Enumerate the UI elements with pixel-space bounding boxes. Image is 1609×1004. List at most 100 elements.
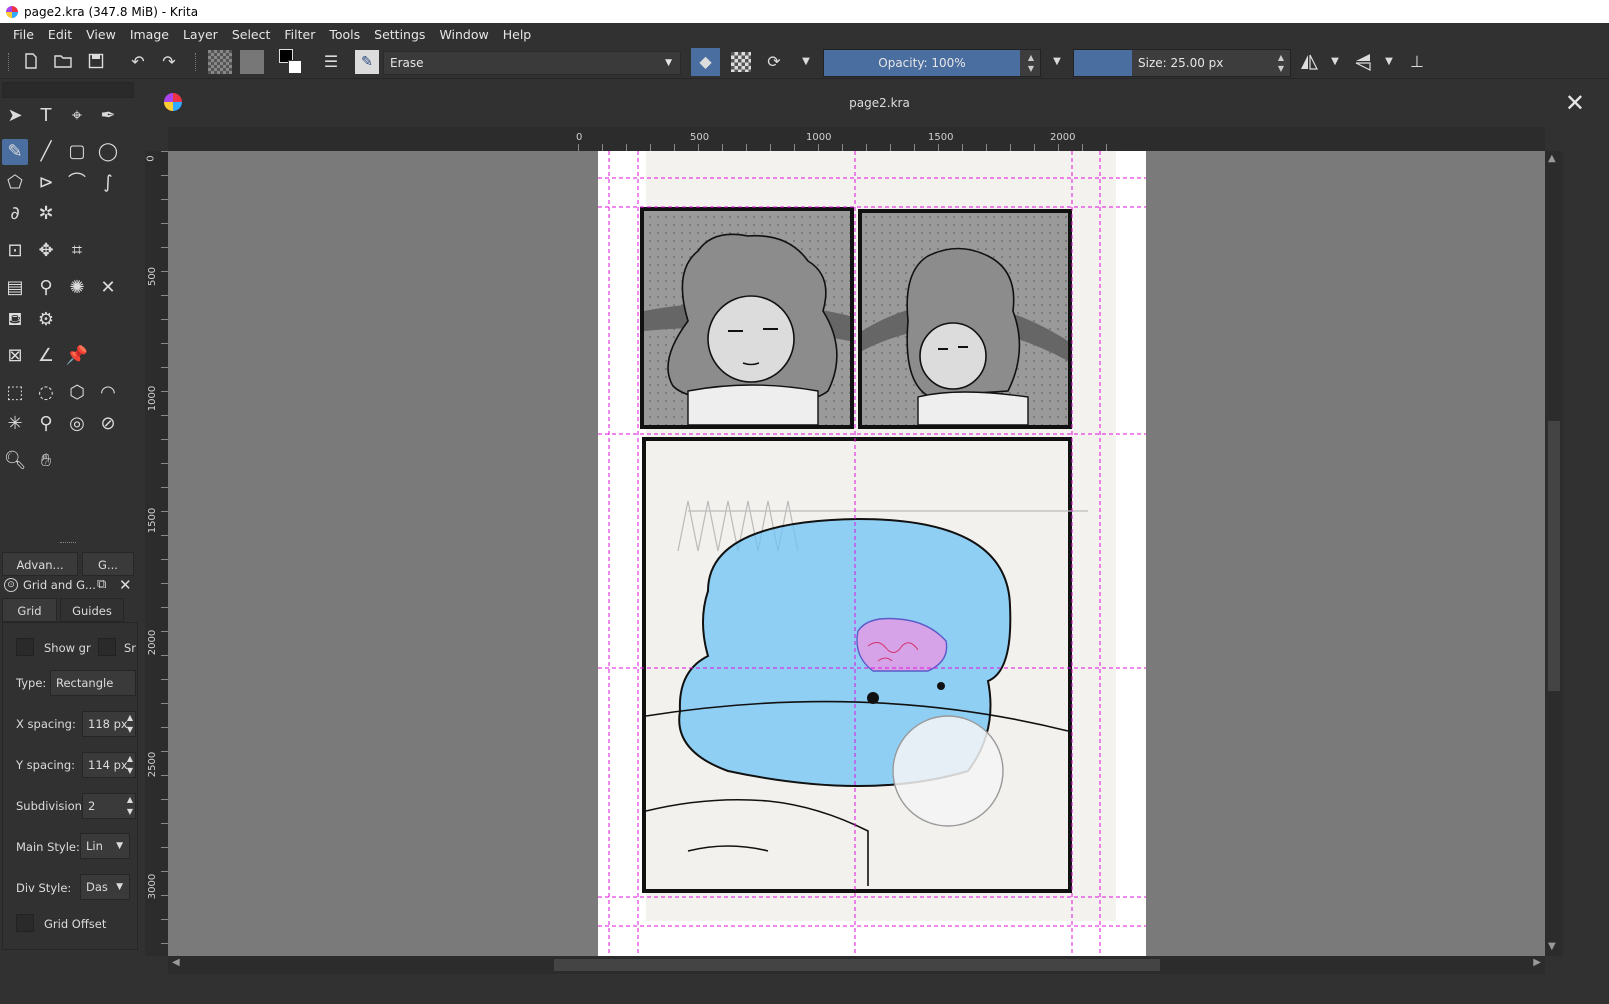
ellipse-tool-icon[interactable]: ◯	[95, 139, 121, 165]
close-icon[interactable]: ✕	[1565, 89, 1585, 117]
blend-mode-select[interactable]: Erase ▼	[383, 51, 681, 75]
new-document-icon[interactable]	[22, 53, 40, 71]
snap-to-grid-checkbox[interactable]	[98, 638, 116, 656]
menu-help[interactable]: Help	[496, 27, 539, 42]
menu-view[interactable]: View	[79, 27, 123, 42]
magnetic-selection-tool-icon[interactable]: ⊘	[95, 411, 121, 437]
vertical-ruler[interactable]: 0 500 1000 1500 2000 2500 3000	[145, 151, 168, 956]
spin-arrows-icon[interactable]: ▲ ▼	[127, 712, 133, 736]
x-spacing-input[interactable]: 118 px ▲ ▼	[82, 711, 136, 737]
grid-type-select[interactable]: Rectangle	[50, 670, 136, 696]
lock-docker-icon[interactable]: ⊙	[4, 578, 18, 592]
freehand-path-tool-icon[interactable]: ∫	[95, 170, 121, 196]
scroll-left-icon[interactable]: ◀	[172, 957, 180, 968]
spin-arrows-icon[interactable]: ▲ ▼	[127, 794, 133, 818]
edit-shapes-tool-icon[interactable]: ⌖	[64, 103, 90, 129]
redo-icon[interactable]: ↷	[160, 53, 178, 71]
vertical-scrollbar[interactable]: ▲ ▼	[1545, 151, 1563, 956]
show-grid-checkbox[interactable]	[16, 638, 34, 656]
pan-tool-icon[interactable]: ✋︎	[33, 448, 59, 474]
crop-tool-icon[interactable]: ⌗	[64, 238, 90, 264]
size-slider[interactable]: Size: 25.00 px ▲ ▼	[1073, 49, 1291, 77]
toolbar-handle[interactable]	[8, 53, 10, 71]
text-tool-icon[interactable]: T	[33, 103, 59, 129]
tab-advanced-color[interactable]: Advan...	[2, 552, 78, 576]
vertical-scroll-thumb[interactable]	[1548, 421, 1560, 691]
float-docker-icon[interactable]: ⧉	[97, 577, 106, 592]
open-document-icon[interactable]	[54, 53, 72, 71]
menu-select[interactable]: Select	[225, 27, 278, 42]
opacity-slider[interactable]: Opacity: 100% ▲ ▼	[823, 49, 1041, 77]
y-spacing-input[interactable]: 114 px ▲ ▼	[82, 752, 136, 778]
chevron-down-icon[interactable]: ▼	[1380, 53, 1398, 71]
chevron-down-icon[interactable]: ▼	[797, 53, 815, 71]
enclose-fill-tool-icon[interactable]: ⚙	[33, 307, 59, 333]
gradient-tool-icon[interactable]: ▤	[2, 275, 28, 301]
reload-preset-icon[interactable]: ⟳	[765, 53, 783, 71]
freehand-brush-tool-icon[interactable]: ✎	[2, 139, 28, 165]
foreground-background-color-icon[interactable]	[279, 49, 305, 75]
grid-offset-checkbox[interactable]	[16, 914, 34, 932]
mirror-vertical-icon[interactable]	[1354, 53, 1372, 71]
chevron-down-icon[interactable]: ▼	[1326, 53, 1344, 71]
div-style-select[interactable]: Das ▼	[80, 874, 130, 900]
save-icon[interactable]	[87, 53, 105, 71]
freehand-selection-tool-icon[interactable]: ◠	[95, 380, 121, 406]
menu-edit[interactable]: Edit	[41, 27, 79, 42]
rectangular-selection-tool-icon[interactable]: ⬚	[2, 380, 28, 406]
opacity-spin-arrows-icon[interactable]: ▲ ▼	[1024, 52, 1038, 74]
transform-tool-icon[interactable]: ⊡	[2, 238, 28, 264]
menu-filter[interactable]: Filter	[277, 27, 322, 42]
elliptical-selection-tool-icon[interactable]: ◌	[33, 380, 59, 406]
close-icon[interactable]: ✕	[119, 576, 132, 594]
main-style-select[interactable]: Lin ▼	[80, 833, 130, 859]
comic-page-canvas[interactable]	[168, 151, 1545, 956]
bezier-curve-tool-icon[interactable]: ⌒	[64, 170, 90, 196]
menu-settings[interactable]: Settings	[367, 27, 432, 42]
polygon-tool-icon[interactable]: ⬠	[2, 170, 28, 196]
line-tool-icon[interactable]: ╱	[33, 139, 59, 165]
spin-arrows-icon[interactable]: ▲ ▼	[127, 753, 133, 777]
horizontal-ruler[interactable]: 0 500 1000 1500 2000	[168, 127, 1545, 151]
color-picker-tool-icon[interactable]: ⚲	[33, 275, 59, 301]
measure-tool-icon[interactable]: ∠	[33, 343, 59, 369]
scroll-right-icon[interactable]: ▶	[1533, 957, 1541, 968]
horizontal-scroll-thumb[interactable]	[554, 959, 1160, 971]
tab-guides[interactable]: Guides	[60, 598, 124, 622]
polygonal-selection-tool-icon[interactable]: ⬡	[64, 380, 90, 406]
menu-layer[interactable]: Layer	[176, 27, 225, 42]
scroll-up-icon[interactable]: ▲	[1548, 153, 1556, 164]
fill-tool-icon[interactable]: ⛾	[2, 307, 28, 333]
zoom-tool-icon[interactable]: 🔍︎	[2, 448, 28, 474]
brush-preset-icon[interactable]: ✎	[355, 50, 379, 74]
tab-g[interactable]: G...	[82, 552, 134, 576]
menu-file[interactable]: File	[6, 27, 41, 42]
subdivision-input[interactable]: 2 ▲ ▼	[82, 793, 136, 819]
perspective-grid-tool-icon[interactable]: ⊠	[2, 343, 28, 369]
menu-tools[interactable]: Tools	[322, 27, 367, 42]
similar-color-selection-tool-icon[interactable]: ⚲	[33, 411, 59, 437]
smart-patch-tool-icon[interactable]: ✺	[64, 275, 90, 301]
gradient-preset-icon[interactable]	[208, 50, 232, 74]
magic-wand-selection-tool-icon[interactable]: ✳	[2, 411, 28, 437]
canvas-viewport[interactable]	[168, 151, 1545, 956]
tab-grid[interactable]: Grid	[2, 598, 57, 622]
menu-window[interactable]: Window	[432, 27, 495, 42]
dynamic-brush-tool-icon[interactable]: ∂	[2, 201, 28, 227]
horizontal-scrollbar[interactable]: ◀ ▶	[168, 956, 1545, 974]
assistant-tool-icon[interactable]: ✕	[95, 275, 121, 301]
chevron-down-icon[interactable]: ▼	[1048, 53, 1066, 71]
select-shapes-tool-icon[interactable]: ➤	[2, 103, 28, 129]
polyline-tool-icon[interactable]: ⊳	[33, 170, 59, 196]
calligraphy-tool-icon[interactable]: ✒	[95, 103, 121, 129]
brush-settings-icon[interactable]: ☰	[322, 53, 340, 71]
move-tool-icon[interactable]: ✥	[33, 238, 59, 264]
preserve-alpha-icon[interactable]	[731, 52, 751, 72]
bezier-selection-tool-icon[interactable]: ◎	[64, 411, 90, 437]
menu-image[interactable]: Image	[123, 27, 176, 42]
wrap-around-icon[interactable]: ⊥	[1408, 53, 1426, 71]
pattern-preset-icon[interactable]	[240, 50, 264, 74]
mirror-horizontal-icon[interactable]	[1300, 53, 1318, 71]
reference-pin-tool-icon[interactable]: 📌	[64, 343, 90, 369]
dock-splitter-handle[interactable]	[60, 542, 76, 543]
